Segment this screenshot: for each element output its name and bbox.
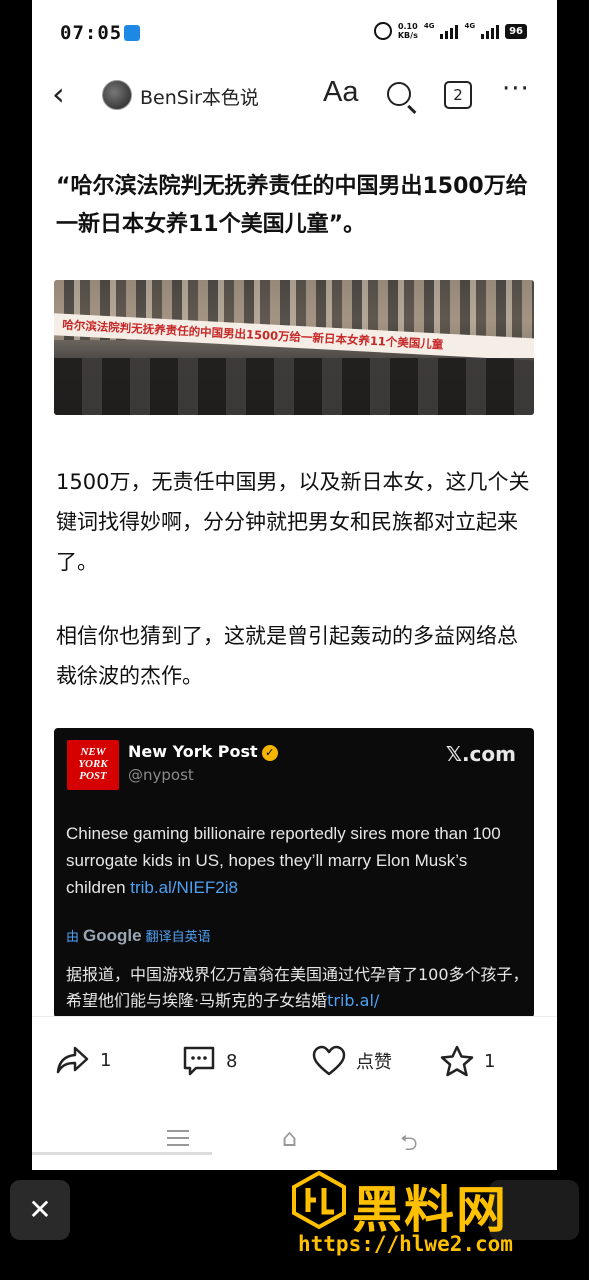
like-button[interactable]: 点赞 bbox=[312, 1045, 392, 1077]
close-button[interactable]: ✕ bbox=[10, 1180, 70, 1240]
translation-link[interactable]: trib.al/ bbox=[327, 991, 379, 1010]
nav-back-icon[interactable]: ⮌ bbox=[400, 1126, 418, 1164]
embedded-tweet-image[interactable]: NEW YORK POST New York Post ✓ @nypost 𝕏.c… bbox=[54, 728, 534, 1018]
author-name[interactable]: BenSir本色说 bbox=[140, 83, 259, 110]
recent-apps-icon[interactable] bbox=[167, 1130, 189, 1146]
tabs-button[interactable]: 2 bbox=[444, 81, 472, 109]
share-count: 1 bbox=[100, 1049, 112, 1071]
comment-count: 8 bbox=[226, 1050, 238, 1072]
google-translate-note: 由 Google 翻译自英语 bbox=[66, 926, 211, 946]
like-label: 点赞 bbox=[356, 1052, 392, 1073]
paragraph-2: 相信你也猜到了，这就是曾引起轰动的多益网络总裁徐波的杰作。 bbox=[56, 624, 518, 688]
action-bar: 1 8 点赞 1 bbox=[32, 1016, 557, 1108]
battery-icon: 96 bbox=[505, 23, 527, 39]
tweet-account-name: New York Post ✓ bbox=[128, 742, 278, 761]
watermark-logo-icon bbox=[292, 1170, 346, 1230]
system-nav-bar: ⌂ ⮌ bbox=[32, 1108, 557, 1170]
signal-1-icon bbox=[440, 23, 459, 39]
network-speed-unit: KB/s bbox=[397, 31, 418, 40]
article-title: “哈尔滨法院判无抚养责任的中国男出1500万给一新日本女养11个美国儿童”。 bbox=[56, 174, 528, 237]
network-speed: 0.10 KB/s bbox=[398, 22, 418, 40]
watermark-url: https://hlwe2.com bbox=[298, 1232, 513, 1256]
translate-suffix: 翻译自英语 bbox=[145, 930, 211, 945]
tweet-translation: 据报道，中国游戏界亿万富翁在美国通过代孕育了100多个孩子，希望他们能与埃隆·马… bbox=[66, 962, 532, 1014]
more-options-icon[interactable]: ··· bbox=[502, 74, 530, 104]
phone-screen: 07:05 0.10 KB/s 4G 4G 96 ‹ BenSir本色说 Aa 2… bbox=[32, 0, 557, 1170]
favorite-button[interactable]: 1 bbox=[440, 1045, 495, 1077]
article-image[interactable]: 哈尔滨法院判无抚养责任的中国男出1500万给一新日本女养11个美国儿童 bbox=[54, 280, 534, 415]
tweet-body: Chinese gaming billionaire reportedly si… bbox=[66, 820, 522, 901]
tweet-link[interactable]: trib.al/NIEF2i8 bbox=[130, 878, 238, 897]
paragraph-1: 1500万，无责任中国男，以及新日本女，这几个关键词找得妙啊，分分钟就把男女和民… bbox=[56, 470, 530, 574]
nypost-logo: NEW YORK POST bbox=[67, 740, 119, 790]
tweet-account-label: New York Post bbox=[128, 742, 258, 761]
article-header: ‹ BenSir本色说 Aa 2 ··· bbox=[32, 64, 557, 124]
x-com-label: 𝕏.com bbox=[445, 742, 516, 766]
right-frame bbox=[557, 0, 589, 1170]
gesture-indicator bbox=[32, 1152, 212, 1155]
comment-icon bbox=[183, 1046, 215, 1076]
status-icons: 0.10 KB/s 4G 4G 96 bbox=[373, 22, 527, 40]
translate-prefix: 由 bbox=[66, 930, 80, 945]
search-icon[interactable] bbox=[387, 82, 411, 106]
share-icon bbox=[56, 1046, 89, 1074]
status-bar: 07:05 0.10 KB/s 4G 4G 96 bbox=[32, 0, 557, 62]
image-chairs bbox=[54, 358, 534, 415]
author-avatar[interactable] bbox=[102, 80, 132, 110]
star-icon bbox=[440, 1045, 474, 1077]
notification-app-icon bbox=[124, 25, 140, 41]
back-button[interactable]: ‹ bbox=[52, 78, 65, 110]
comment-button[interactable]: 8 bbox=[182, 1045, 237, 1077]
clock: 07:05 bbox=[60, 22, 123, 44]
tweet-translation-text: 据报道，中国游戏界亿万富翁在美国通过代孕育了100多个孩子，希望他们能与埃隆·马… bbox=[66, 965, 529, 1010]
google-logo: Google bbox=[83, 926, 142, 945]
network-speed-value: 0.10 bbox=[397, 22, 418, 31]
left-frame bbox=[0, 0, 32, 1170]
tweet-handle: @nypost bbox=[128, 766, 194, 784]
share-button[interactable]: 1 bbox=[56, 1045, 111, 1075]
signal-1-tag: 4G bbox=[423, 22, 435, 30]
signal-2-icon bbox=[481, 23, 500, 39]
home-icon[interactable]: ⌂ bbox=[282, 1124, 297, 1152]
verified-badge-icon: ✓ bbox=[261, 745, 278, 761]
alarm-icon bbox=[373, 22, 392, 40]
bottom-overlay: ✕ 黑料网 https://hlwe2.com bbox=[0, 1170, 589, 1280]
favorite-count: 1 bbox=[484, 1050, 496, 1072]
heart-icon bbox=[312, 1045, 346, 1076]
signal-2-tag: 4G bbox=[464, 22, 476, 30]
font-size-button[interactable]: Aa bbox=[323, 76, 358, 109]
